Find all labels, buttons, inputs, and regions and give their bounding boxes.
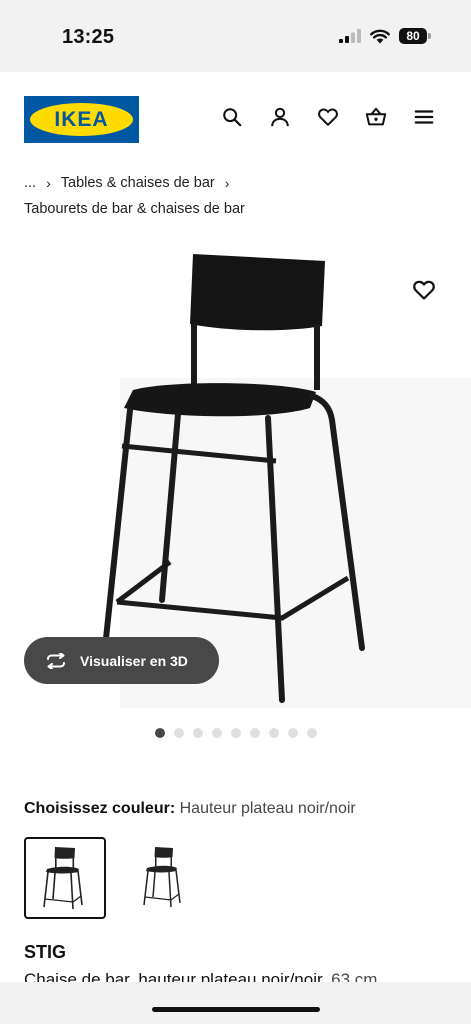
status-icons: 80 (339, 28, 431, 44)
battery-icon: 80 (399, 28, 431, 44)
status-time: 13:25 (62, 26, 115, 48)
header-actions (221, 106, 435, 128)
cart-icon[interactable] (365, 106, 387, 128)
wishlist-icon[interactable] (317, 106, 339, 128)
breadcrumb-current[interactable]: Tabourets de bar & chaises de bar (24, 196, 245, 222)
product-gallery[interactable]: Visualiser en 3D (0, 228, 471, 718)
breadcrumb-link-bar-tables[interactable]: Tables & chaises de bar (61, 170, 215, 196)
carousel-dot[interactable] (193, 728, 203, 738)
color-selected-value: Hauteur plateau noir/noir (179, 800, 356, 817)
carousel-dot[interactable] (231, 728, 241, 738)
product-name: STIG (24, 942, 67, 962)
carousel-dot[interactable] (250, 728, 260, 738)
wifi-icon (370, 29, 390, 43)
breadcrumb: ... › Tables & chaises de bar › Tabouret… (24, 170, 245, 222)
home-indicator[interactable] (152, 1007, 320, 1012)
site-header: IKEA (0, 72, 471, 164)
breadcrumb-ellipsis[interactable]: ... (24, 170, 36, 196)
logo-text: IKEA (54, 107, 109, 131)
status-bar: 13:25 80 (0, 0, 471, 72)
carousel-dot[interactable] (307, 728, 317, 738)
ikea-logo[interactable]: IKEA (24, 96, 139, 143)
signal-icon (339, 29, 361, 43)
view-in-3d-button[interactable]: Visualiser en 3D (24, 637, 219, 684)
carousel-dot[interactable] (269, 728, 279, 738)
carousel-dot-active[interactable] (155, 728, 165, 738)
carousel-dot[interactable] (174, 728, 184, 738)
carousel-dot[interactable] (212, 728, 222, 738)
bottom-bar (0, 982, 471, 1024)
carousel-dot[interactable] (288, 728, 298, 738)
view-in-3d-label: Visualiser en 3D (80, 652, 188, 669)
menu-icon[interactable] (413, 106, 435, 128)
carousel-indicator (155, 728, 317, 738)
account-icon[interactable] (269, 106, 291, 128)
chevron-right-icon: › (224, 175, 230, 191)
rotate-3d-icon (47, 652, 65, 669)
battery-level: 80 (399, 28, 427, 44)
color-chooser-label: Choisissez couleur: Hauteur plateau noir… (24, 800, 356, 818)
search-icon[interactable] (221, 106, 243, 128)
swatch-black-selected[interactable] (24, 837, 106, 919)
chair-thumbnail (43, 847, 83, 910)
chair-thumbnail (143, 847, 181, 908)
favorite-heart-icon[interactable] (412, 278, 436, 302)
chevron-right-icon: › (46, 175, 51, 191)
swatch-alternative[interactable] (122, 837, 204, 919)
color-swatches (24, 837, 204, 919)
color-label-heading: Choisissez couleur: (24, 800, 176, 817)
